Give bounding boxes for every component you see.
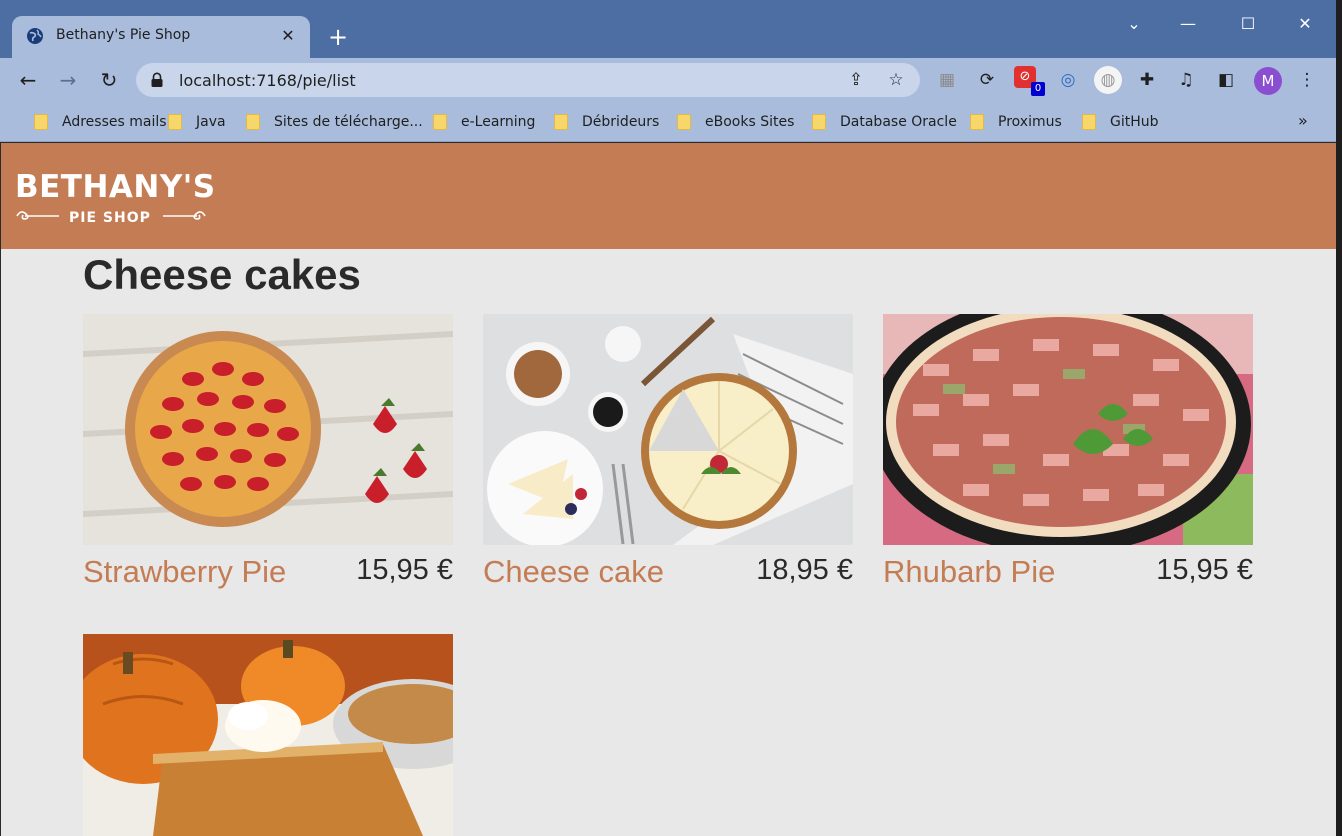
- reload-icon[interactable]: ↻: [95, 66, 123, 94]
- browser-tab[interactable]: Bethany's Pie Shop ✕: [12, 16, 310, 58]
- bookmark-folder[interactable]: Proximus: [970, 111, 1062, 133]
- browser-toolbar: ← → ↻ localhost:7168/pie/list ⇪ ☆ ▦ ⟳ ⊘ …: [0, 58, 1336, 102]
- back-arrow-icon[interactable]: ←: [14, 66, 42, 94]
- pie-price: 15,95 €: [1156, 554, 1253, 586]
- pie-price: 18,95 €: [756, 554, 853, 586]
- tab-strip: Bethany's Pie Shop ✕ + ⌄ — ☐ ✕: [0, 0, 1336, 58]
- forward-arrow-icon[interactable]: →: [54, 66, 82, 94]
- bookmark-folder[interactable]: Database Oracle: [812, 111, 957, 133]
- folder-icon: [1082, 114, 1096, 130]
- swirl-ornament-icon: [163, 211, 206, 220]
- pie-card[interactable]: Cheese cake 18,95 €: [483, 314, 853, 604]
- pumpkin-pie-photo[interactable]: [83, 634, 453, 836]
- bookmarks-bar: Adresses mails Java Sites de télécharge.…: [0, 102, 1336, 142]
- folder-icon: [812, 114, 826, 130]
- share-icon[interactable]: ⇪: [844, 68, 868, 92]
- tab-title: Bethany's Pie Shop: [56, 27, 191, 43]
- pie-card[interactable]: [83, 634, 453, 836]
- site-logo[interactable]: BETHANY'S PIE SHOP: [15, 169, 215, 227]
- logo-wordmark: BETHANY'S: [15, 169, 216, 205]
- bookmark-folder[interactable]: Débrideurs: [554, 111, 659, 133]
- folder-icon: [246, 114, 260, 130]
- tab-search-icon[interactable]: ⌄: [1114, 8, 1154, 40]
- new-tab-button[interactable]: +: [324, 24, 352, 52]
- bookmark-folder[interactable]: Adresses mails: [34, 111, 167, 133]
- media-controls-icon[interactable]: ♫: [1173, 67, 1199, 93]
- extension-badge: 0: [1031, 82, 1045, 96]
- pie-name-link[interactable]: Strawberry Pie: [83, 554, 286, 590]
- url-text[interactable]: localhost:7168/pie/list: [179, 71, 356, 90]
- bookmark-folder[interactable]: Sites de télécharge...: [246, 111, 423, 133]
- folder-icon: [970, 114, 984, 130]
- folder-icon: [554, 114, 568, 130]
- swirl-ornament-icon: [16, 211, 59, 220]
- close-tab-icon[interactable]: ✕: [278, 24, 298, 48]
- profile-avatar[interactable]: M: [1254, 67, 1282, 95]
- page-viewport: BETHANY'S PIE SHOP Cheese cakes Strawber…: [1, 143, 1336, 836]
- extension-sync-icon[interactable]: ⟳: [974, 67, 1000, 93]
- bookmark-folder[interactable]: eBooks Sites: [677, 111, 794, 133]
- site-header: BETHANY'S PIE SHOP: [1, 143, 1336, 249]
- folder-icon: [433, 114, 447, 130]
- cheese-cake-photo[interactable]: [483, 314, 853, 545]
- maximize-button[interactable]: ☐: [1228, 8, 1268, 40]
- rhubarb-pie-photo[interactable]: [883, 314, 1253, 545]
- bookmark-folder[interactable]: Java: [168, 111, 226, 133]
- pie-name-link[interactable]: Rhubarb Pie: [883, 554, 1055, 590]
- window-border: [1336, 0, 1342, 836]
- strawberry-pie-photo[interactable]: [83, 314, 453, 545]
- bookmark-star-icon[interactable]: ☆: [884, 68, 908, 92]
- extension-grid-icon[interactable]: ▦: [934, 67, 960, 93]
- folder-icon: [677, 114, 691, 130]
- address-bar[interactable]: localhost:7168/pie/list ⇪ ☆: [136, 63, 920, 97]
- extensions-puzzle-icon[interactable]: ✚: [1134, 67, 1160, 93]
- pie-price: 15,95 €: [356, 554, 453, 586]
- minimize-button[interactable]: —: [1168, 8, 1208, 40]
- logo-subtitle: PIE SHOP: [69, 210, 151, 226]
- close-window-button[interactable]: ✕: [1285, 8, 1325, 40]
- more-bookmarks-icon[interactable]: »: [1298, 111, 1308, 130]
- pie-card[interactable]: Strawberry Pie 15,95 €: [83, 314, 453, 604]
- bookmark-folder[interactable]: e-Learning: [433, 111, 535, 133]
- pie-name-link[interactable]: Cheese cake: [483, 554, 664, 590]
- pie-card[interactable]: Rhubarb Pie 15,95 €: [883, 314, 1253, 604]
- page-title: Cheese cakes: [83, 251, 361, 298]
- extension-white-icon[interactable]: ◍: [1094, 66, 1122, 94]
- folder-icon: [168, 114, 182, 130]
- folder-icon: [34, 114, 48, 130]
- globe-icon: [27, 28, 43, 44]
- bookmark-folder[interactable]: GitHub: [1082, 111, 1159, 133]
- side-panel-icon[interactable]: ◧: [1213, 67, 1239, 93]
- more-menu-icon[interactable]: ⋮: [1294, 67, 1320, 93]
- extension-circle-icon[interactable]: ◎: [1055, 67, 1081, 93]
- lock-icon[interactable]: [150, 72, 164, 88]
